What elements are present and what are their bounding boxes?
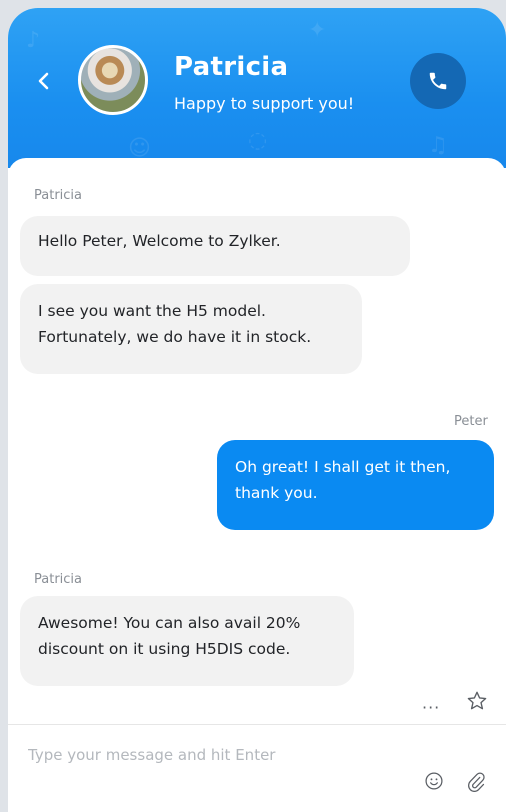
header-doodle-icon: ♫ <box>428 133 448 158</box>
phone-icon <box>429 72 447 90</box>
message-bubble: I see you want the H5 model. Fortunately… <box>20 284 362 374</box>
conversation: Patricia Hello Peter, Welcome to Zylker.… <box>8 158 506 726</box>
rate-chat-button[interactable] <box>466 690 488 716</box>
star-icon <box>467 691 487 710</box>
message-text: Awesome! You can also avail 20% <box>38 614 301 632</box>
chevron-left-icon <box>38 72 49 90</box>
header-doodle-icon: ✦ <box>308 18 327 43</box>
message-text: discount on it using H5DIS code. <box>38 640 291 658</box>
more-options-button[interactable]: ··· <box>422 698 440 717</box>
attach-button[interactable] <box>466 771 486 797</box>
sender-label: Peter <box>454 414 488 429</box>
message-bubble: Oh great! I shall get it then, thank you… <box>217 440 494 530</box>
paperclip-icon <box>468 772 485 792</box>
chat-window: ♪ ☺ ✦ ♫ ◌ Patricia Happy to support you!… <box>8 8 506 812</box>
message-text: Fortunately, we do have it in stock. <box>38 328 312 346</box>
agent-name: Patricia <box>174 52 289 82</box>
message-text: Hello Peter, Welcome to Zylker. <box>38 232 281 250</box>
emoji-button[interactable] <box>424 771 444 795</box>
agent-status: Happy to support you! <box>174 94 355 113</box>
message-bubble: Awesome! You can also avail 20% discount… <box>20 596 354 686</box>
message-input[interactable] <box>28 743 388 767</box>
sender-label: Patricia <box>34 572 83 587</box>
avatar <box>78 45 148 115</box>
sender-label: Patricia <box>34 188 83 203</box>
smiley-icon <box>425 772 443 790</box>
header-doodle-icon: ◌ <box>248 128 268 153</box>
message-bubble: Hello Peter, Welcome to Zylker. <box>20 216 410 276</box>
chat-header: ♪ ☺ ✦ ♫ ◌ Patricia Happy to support you! <box>8 8 506 168</box>
message-text: thank you. <box>235 484 318 502</box>
message-composer <box>8 724 506 812</box>
call-button[interactable] <box>410 53 466 109</box>
header-doodle-icon: ♪ <box>26 28 41 53</box>
back-button[interactable] <box>32 66 56 96</box>
message-text: Oh great! I shall get it then, <box>235 458 451 476</box>
message-text: I see you want the H5 model. <box>38 302 266 320</box>
